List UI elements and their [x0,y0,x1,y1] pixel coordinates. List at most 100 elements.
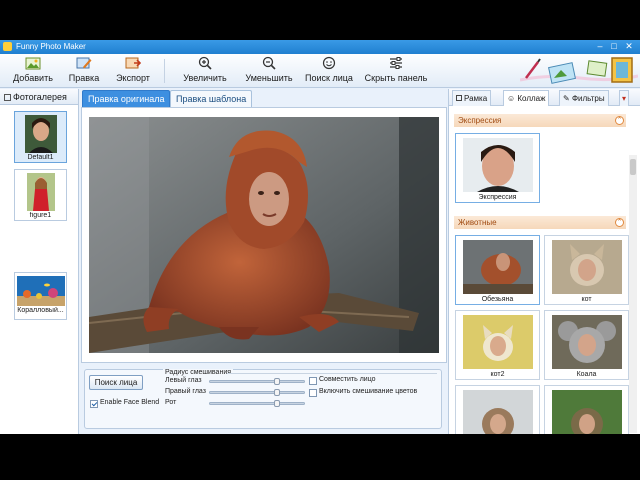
frame-icon [456,95,462,101]
tab-collage[interactable]: ☺ Коллаж [503,90,550,106]
close-button[interactable]: ✕ [623,41,635,52]
title-bar: Funny Photo Maker – □ ✕ [0,40,640,54]
animal-thumbnail [463,390,533,434]
gallery-caption: figure1 [29,212,52,219]
blend-colors-label: Включить смешивание цветов [319,388,418,395]
gallery-title: Фотогалерея [13,92,67,102]
app-icon [3,42,12,51]
hide-panel-icon [390,57,402,69]
blend-controls-panel: Поиск лица Enable Face Blend Радиус смеш… [84,369,442,429]
scrollbar-thumb[interactable] [630,159,636,175]
gallery-header: Фотогалерея [0,89,78,105]
align-face-label: Совместить лицо [319,376,376,383]
add-button[interactable]: Добавить [10,56,56,86]
collapse-icon[interactable]: ⌃ [615,116,624,125]
figure-photo-thumbnail [26,173,55,211]
right-eye-slider-handle[interactable] [274,389,280,396]
mouth-slider-handle[interactable] [274,400,280,407]
minimize-button[interactable]: – [594,41,606,52]
gallery-caption: Коралловый... [17,307,64,314]
maximize-button[interactable]: □ [608,41,620,52]
face-search-toolbar-button[interactable]: Поиск лица [302,56,356,86]
woman-portrait-thumbnail [24,115,57,153]
align-face-checkbox[interactable] [309,377,317,385]
category-animals[interactable]: Животные ⌃ [454,216,626,229]
more-tabs-icon: ▾ [622,94,627,103]
zoom-out-label: Уменьшить [245,73,293,83]
template-cat2[interactable]: кот2 [455,310,540,380]
left-eye-slider-handle[interactable] [274,378,280,385]
left-eye-label: Левый глаз [165,377,202,384]
toolbar: Добавить Правка Экспорт Увеличить Уменьш… [0,54,640,88]
tab-edit-original[interactable]: Правка оригинала [82,90,171,107]
hide-panel-button[interactable]: Скрыть панель [362,56,430,86]
edit-button[interactable]: Правка [64,56,104,86]
editor-tabs: Правка оригинала Правка шаблона [80,89,448,107]
expression-face-thumbnail [463,138,533,192]
template-scrollbar[interactable] [629,155,637,433]
gallery-item-coral[interactable]: Коралловый... [14,272,67,320]
cat2-thumbnail [463,315,533,369]
template-caption: Обезьяна [481,296,514,303]
enable-face-blend-checkbox[interactable] [90,400,98,408]
cat-thumbnail [552,240,622,294]
monkey-thumbnail [463,240,533,294]
add-photo-icon [25,57,41,70]
edit-icon [76,57,92,69]
gallery-item-figure1[interactable]: figure1 [14,169,67,221]
gallery-item-default1[interactable]: Default1 [14,111,67,163]
category-expression[interactable]: Экспрессия ⌃ [454,114,626,127]
blend-radius-title: Радиус смешивания [163,369,234,376]
template-monkey[interactable]: Обезьяна [455,235,540,305]
collapse-icon[interactable]: ⌃ [615,218,624,227]
gallery-icon [4,94,11,101]
template-caption: Экспрессия [478,194,517,201]
left-eye-slider[interactable] [209,378,305,385]
blend-colors-checkbox[interactable] [309,389,317,397]
template-pane: Рамка ☺ Коллаж ✎ Фильтры ▾ Экспрессия ⌃ … [448,89,640,434]
smiley-icon: ☺ [507,94,518,103]
export-icon [125,57,141,69]
gallery-caption: Default1 [27,154,54,161]
template-caption: Коала [576,371,597,378]
coral-reef-thumbnail [16,276,65,306]
template-cat[interactable]: кот [544,235,629,305]
zoom-in-button[interactable]: Увеличить [180,56,230,86]
zoom-out-button[interactable]: Уменьшить [243,56,295,86]
hide-panel-label: Скрыть панель [364,73,428,83]
group-divider [227,373,437,374]
template-animal-5[interactable] [455,385,540,434]
photo-canvas[interactable] [81,107,447,363]
mouth-label: Рот [165,399,177,406]
more-tabs-button[interactable]: ▾ [619,90,630,106]
decorative-art-icon [520,57,638,84]
template-animal-6[interactable] [544,385,629,434]
face-search-icon [322,56,336,70]
zoom-in-icon [198,56,212,70]
right-eye-slider[interactable] [209,389,305,396]
orangutan-face-photo [89,117,439,353]
filter-icon: ✎ [563,94,572,103]
face-search-label: Поиск лица [305,73,353,83]
animal-thumbnail [552,390,622,434]
tab-edit-template[interactable]: Правка шаблона [170,90,253,107]
photo-gallery-pane: Фотогалерея Default1 figure1 Коралловый.… [0,89,79,434]
template-koala[interactable]: Коала [544,310,629,380]
template-expression[interactable]: Экспрессия [455,133,540,203]
tab-frame[interactable]: Рамка [452,90,492,106]
export-label: Экспорт [116,73,150,83]
tab-collage-label: Коллаж [517,94,546,103]
face-search-button[interactable]: Поиск лица [89,375,143,390]
tab-filters[interactable]: ✎ Фильтры [559,90,609,106]
editor-pane: Правка оригинала Правка шаблона Поиск ли… [80,89,448,434]
export-button[interactable]: Экспорт [112,56,154,86]
zoom-in-label: Увеличить [183,73,227,83]
category-animals-title: Животные [458,218,497,227]
right-eye-label: Правый глаз [165,388,206,395]
template-caption: кот [581,296,592,303]
category-expression-title: Экспрессия [458,116,502,125]
add-label: Добавить [13,73,53,83]
edit-label: Правка [68,73,100,83]
tab-frame-label: Рамка [464,94,488,103]
mouth-slider[interactable] [209,400,305,407]
